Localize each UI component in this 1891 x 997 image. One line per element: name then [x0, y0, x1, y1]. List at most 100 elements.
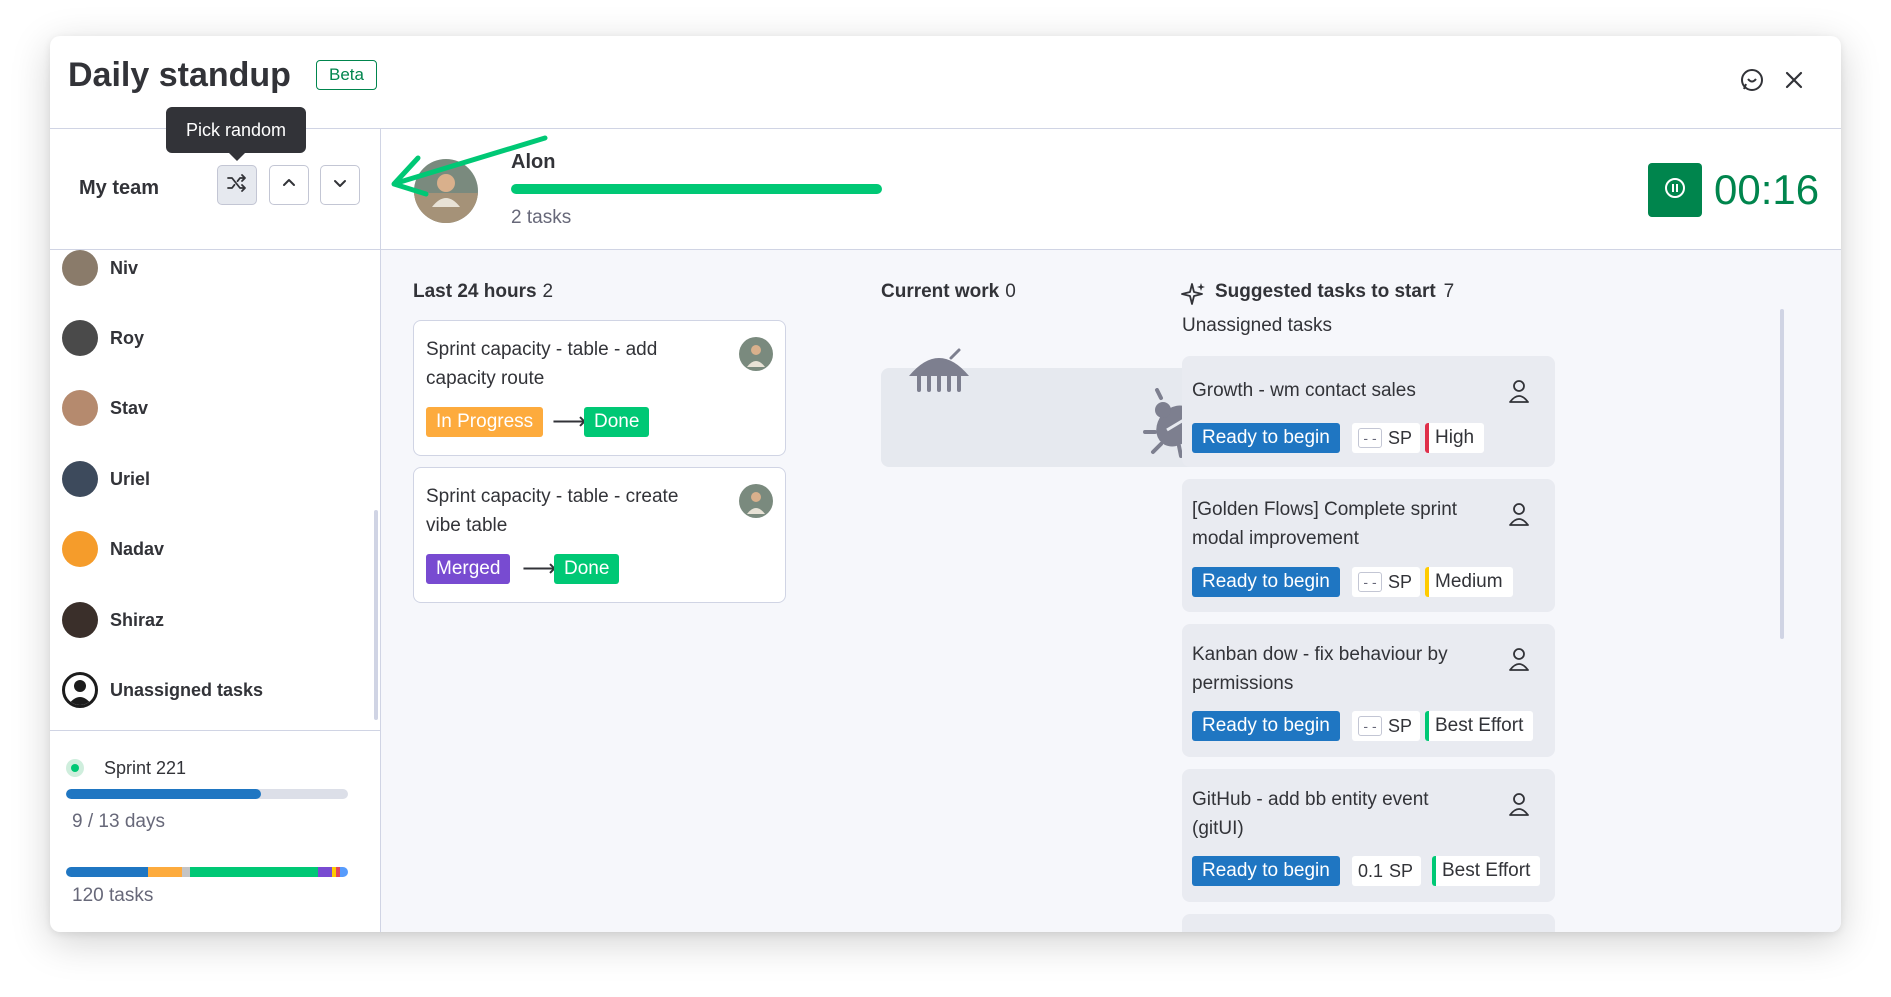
chevron-down-icon: [331, 174, 349, 197]
person-icon[interactable]: [1507, 378, 1531, 404]
story-points[interactable]: 0.1 SP: [1352, 856, 1422, 886]
avatar: [739, 337, 773, 371]
suggested-task-card[interactable]: [Golden Flows] Complete sprint modal imp…: [1182, 479, 1555, 612]
status-to: Done: [584, 407, 650, 437]
chat-icon[interactable]: [1736, 64, 1768, 96]
suggested-count: 7: [1443, 281, 1455, 302]
story-points[interactable]: - - SP: [1352, 567, 1421, 597]
suggested-label: Suggested tasks to start: [1215, 281, 1436, 302]
annotation-arrow-icon: [391, 135, 548, 197]
sprint-tasks-progress: [66, 867, 348, 877]
avatar: [62, 602, 98, 638]
suggested-header: Suggested tasks to start 7: [1215, 281, 1454, 303]
sprint-days: 9 / 13 days: [72, 811, 165, 832]
current-header: Current work 0: [881, 281, 1016, 303]
pick-random-button[interactable]: [217, 165, 257, 205]
sp-label: SP: [1388, 572, 1413, 592]
sprint-status-dot: [66, 759, 84, 777]
task-title: [Golden Flows] Complete sprint modal imp…: [1192, 499, 1458, 549]
priority-label[interactable]: High: [1425, 423, 1485, 453]
suggested-scrollbar[interactable]: [1780, 309, 1784, 639]
sprint-summary: Sprint 221 9 / 13 days 120 tasks: [50, 731, 380, 931]
beta-badge: Beta: [316, 60, 377, 90]
suggested-task-card[interactable]: GitHub - add bb entity event (gitUI) Rea…: [1182, 769, 1555, 902]
member-item[interactable]: Nadav: [62, 529, 164, 569]
current-person-bar: Alon 2 tasks 00:16: [381, 129, 1841, 250]
member-name: Roy: [110, 327, 145, 348]
avatar: [62, 461, 98, 497]
priority-label[interactable]: Best Effort: [1432, 856, 1541, 886]
person-icon[interactable]: [1507, 501, 1531, 527]
member-name: Unassigned tasks: [110, 679, 264, 700]
sparkle-icon: [1181, 281, 1207, 312]
member-name: Stav: [110, 397, 149, 418]
status-label[interactable]: Ready to begin: [1192, 567, 1340, 597]
priority-label[interactable]: Best Effort: [1425, 711, 1534, 741]
member-scrollbar[interactable]: [374, 510, 378, 720]
member-item[interactable]: Stav: [62, 388, 148, 428]
last24-label: Last 24 hours: [413, 281, 537, 302]
arrow-right-icon: ⟶: [522, 555, 557, 582]
status-from: Merged: [426, 554, 511, 584]
pause-icon: [1663, 176, 1687, 205]
suggested-task-card[interactable]: Growth - wm contact sales Ready to begin…: [1182, 356, 1555, 467]
sprint-days-progress: [66, 789, 348, 799]
person-icon[interactable]: [1507, 791, 1531, 817]
current-label: Current work: [881, 281, 1000, 302]
status-label[interactable]: Ready to begin: [1192, 711, 1340, 741]
task-title: Sprint capacity - table - add capacity r…: [426, 339, 658, 389]
member-item[interactable]: Shiraz: [62, 600, 164, 640]
avatar: [62, 320, 98, 356]
pause-button[interactable]: [1648, 163, 1702, 217]
status-from: In Progress: [426, 407, 544, 437]
standup-window: Daily standup Beta My team Pick random N…: [50, 36, 1841, 932]
sp-label: SP: [1388, 716, 1413, 736]
avatar: [739, 484, 773, 518]
progress-segment: [148, 867, 182, 877]
close-icon[interactable]: [1778, 64, 1810, 96]
unassigned-avatar: [62, 672, 98, 708]
member-item[interactable]: Uriel: [62, 459, 150, 499]
task-card[interactable]: Sprint capacity - table - add capacity r…: [413, 320, 786, 456]
team-toolbar: My team Pick random: [50, 107, 380, 250]
task-card[interactable]: Sprint capacity - table - create vibe ta…: [413, 467, 786, 603]
progress-segment: [182, 867, 190, 877]
story-points[interactable]: - - SP: [1352, 711, 1421, 741]
pick-random-tooltip: Pick random: [166, 107, 306, 161]
member-item[interactable]: Roy: [62, 318, 144, 358]
member-item[interactable]: Niv: [62, 250, 138, 288]
task-title: Sprint capacity - table - create vibe ta…: [426, 486, 679, 536]
next-member-button[interactable]: [320, 165, 360, 205]
header: Daily standup Beta: [50, 36, 1841, 129]
task-title: Growth - wm contact sales: [1192, 380, 1416, 401]
status-label[interactable]: Ready to begin: [1192, 423, 1340, 453]
current-count: 0: [1005, 281, 1016, 302]
member-name: Niv: [110, 257, 139, 278]
member-item[interactable]: Unassigned tasks: [62, 670, 263, 710]
sp-label: SP: [1389, 861, 1414, 881]
sprint-task-count: 120 tasks: [72, 885, 154, 906]
person-task-count: 2 tasks: [511, 207, 572, 228]
member-name: Uriel: [110, 468, 151, 489]
previous-member-button[interactable]: [269, 165, 309, 205]
team-panel: My team Pick random Niv Roy Stav Uriel N…: [50, 107, 381, 932]
progress-segment: [318, 867, 332, 877]
suggested-subtitle: Unassigned tasks: [1182, 315, 1332, 336]
status-to: Done: [554, 554, 620, 584]
avatar: [62, 390, 98, 426]
arrow-right-icon: ⟶: [552, 408, 587, 435]
sp-value: - -: [1358, 428, 1382, 448]
sp-value: - -: [1358, 716, 1382, 736]
suggested-task-card[interactable]: Kanban dow - fix behaviour by permission…: [1182, 624, 1555, 757]
story-points[interactable]: - - SP: [1352, 423, 1421, 453]
member-list: Niv Roy Stav Uriel Nadav Shiraz Unassign…: [50, 250, 380, 731]
member-detail: Alon 2 tasks 00:16 Last 24 hours 2 Sprint…: [381, 129, 1841, 932]
last24-count: 2: [542, 281, 554, 302]
shuffle-icon: [226, 172, 248, 199]
status-label[interactable]: Ready to begin: [1192, 856, 1340, 886]
suggested-task-card[interactable]: [1182, 914, 1555, 932]
task-title: GitHub - add bb entity event (gitUI): [1192, 789, 1429, 839]
person-icon[interactable]: [1507, 646, 1531, 672]
priority-label[interactable]: Medium: [1425, 567, 1513, 597]
sp-value: - -: [1358, 572, 1382, 592]
